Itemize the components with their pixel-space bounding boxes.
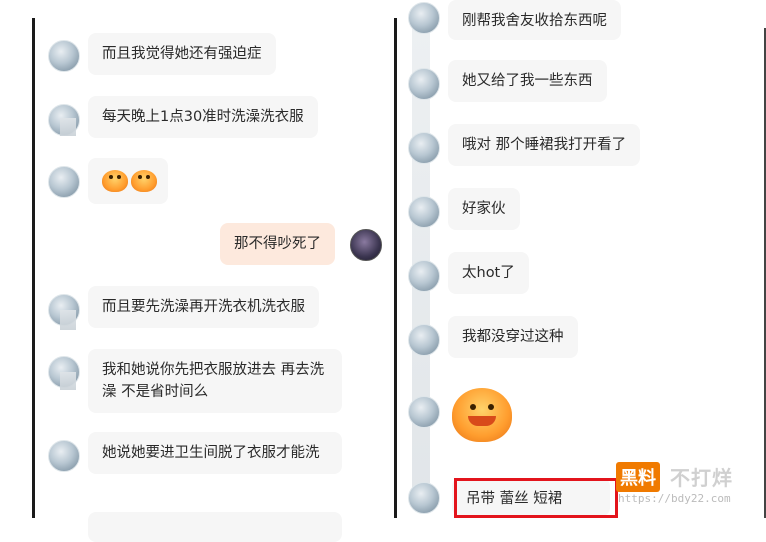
message-bubble: 太hot了: [448, 252, 529, 294]
message-bubble: 她又给了我一些东西: [448, 60, 607, 102]
contact-avatar[interactable]: [48, 40, 80, 72]
contact-avatar[interactable]: [408, 482, 440, 514]
contact-avatar[interactable]: [408, 132, 440, 164]
message-bubble: 我和她说你先把衣服放进去 再去洗澡 不是省时间么: [88, 349, 342, 413]
left-chat-panel: 而且我觉得她还有强迫症 每天晚上1点30准时洗澡洗衣服 那不得吵死了 而且要先洗…: [0, 0, 390, 542]
contact-avatar[interactable]: [408, 260, 440, 292]
contact-avatar[interactable]: [408, 2, 440, 34]
red-highlight-box: [454, 478, 618, 518]
left-divider: [32, 18, 35, 518]
crab-emoji-icon: [102, 168, 158, 192]
message-bubble: 她说她要进卫生间脱了衣服才能洗: [88, 432, 342, 474]
self-avatar[interactable]: [350, 229, 382, 261]
contact-avatar[interactable]: [48, 166, 80, 198]
mosaic-blur: [60, 310, 76, 330]
watermark-text: 不打烊: [670, 466, 733, 490]
watermark-url: https://bdy22.com: [618, 492, 731, 505]
center-divider: [394, 18, 397, 518]
message-bubble: 刚帮我舍友收拾东西呢: [448, 0, 621, 40]
contact-avatar[interactable]: [48, 440, 80, 472]
right-chat-panel: 刚帮我舍友收拾东西呢 她又给了我一些东西 哦对 那个睡裙我打开看了 好家伙 太h…: [398, 0, 766, 537]
message-bubble: 而且要先洗澡再开洗衣机洗衣服: [88, 286, 319, 328]
watermark: 黑料 不打烊 https://bdy22.com: [610, 458, 766, 514]
message-bubble: 我都没穿过这种: [448, 316, 578, 358]
crab-emoji-icon: [452, 388, 514, 444]
message-bubble: 哦对 那个睡裙我打开看了: [448, 124, 641, 166]
mosaic-blur: [60, 372, 76, 390]
message-bubble: 每天晚上1点30准时洗澡洗衣服: [88, 96, 318, 138]
mosaic-blur: [60, 118, 76, 136]
contact-avatar[interactable]: [408, 68, 440, 100]
message-bubble: 好家伙: [448, 188, 520, 230]
message-bubble-self: 那不得吵死了: [220, 223, 335, 265]
contact-avatar[interactable]: [408, 396, 440, 428]
message-bubble: 而且我觉得她还有强迫症: [88, 33, 276, 75]
watermark-logo: 黑料: [616, 462, 660, 492]
message-bubble-partial: [88, 512, 342, 542]
emoji-bubble: [88, 158, 168, 204]
contact-avatar[interactable]: [408, 196, 440, 228]
contact-avatar[interactable]: [408, 324, 440, 356]
